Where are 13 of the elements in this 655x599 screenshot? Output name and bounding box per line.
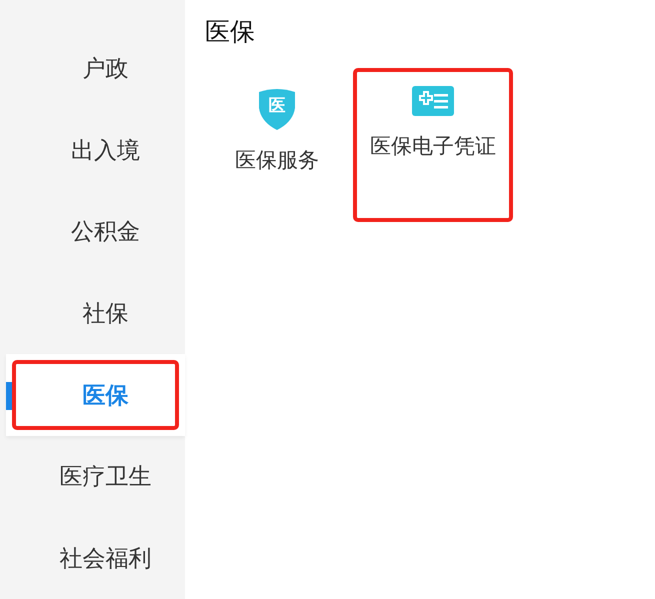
sidebar-item[interactable]: 户政 (6, 28, 185, 110)
section-title: 医保 (205, 16, 256, 48)
service-tile[interactable]: 医 医保服务 (199, 70, 355, 220)
sidebar-item[interactable]: 出入境 (6, 110, 185, 192)
card-icon (412, 86, 454, 116)
service-tile[interactable]: 医保电子凭证 (355, 70, 511, 220)
sidebar-item[interactable]: 社保 (6, 272, 185, 354)
sidebar-item[interactable]: 医疗卫生 (6, 436, 185, 518)
sidebar-item[interactable]: 医保 (6, 354, 185, 436)
selection-indicator (6, 382, 12, 410)
sidebar-item[interactable]: 公积金 (6, 191, 185, 273)
shield-icon: 医 (256, 86, 298, 130)
sidebar-item[interactable]: 社会福利 (6, 517, 185, 599)
